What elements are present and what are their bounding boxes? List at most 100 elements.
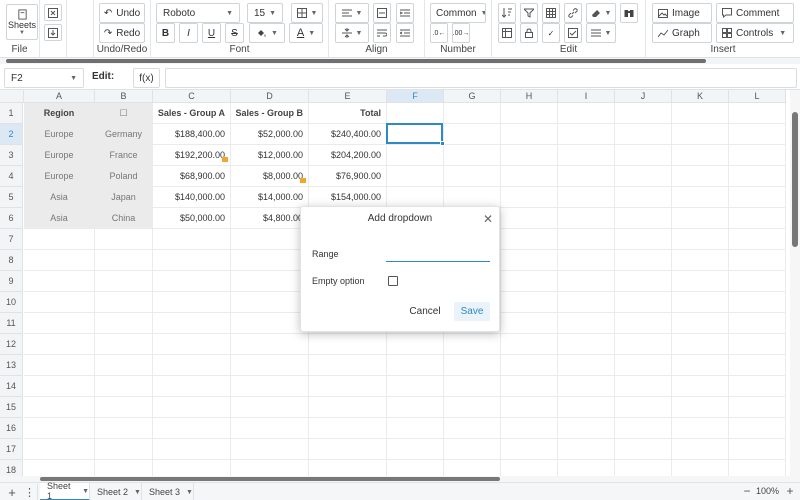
header-cell-total[interactable]: Total — [309, 103, 387, 124]
table-cell[interactable] — [501, 439, 558, 460]
table-cell[interactable] — [231, 355, 309, 376]
table-cell[interactable] — [729, 187, 786, 208]
table-cell[interactable] — [501, 166, 558, 187]
sales-a-cell[interactable]: $50,000.00 — [153, 208, 231, 229]
table-cell[interactable] — [672, 145, 729, 166]
table-cell[interactable] — [729, 460, 786, 476]
header-cell-sales-a[interactable]: Sales - Group A — [153, 103, 231, 124]
table-cell[interactable] — [558, 355, 615, 376]
number-format-select[interactable]: Common ▼ — [430, 3, 486, 23]
table-cell[interactable] — [672, 355, 729, 376]
zoom-in-button[interactable]: + — [783, 485, 797, 499]
toolbar-scrollbar-thumb[interactable] — [6, 59, 706, 63]
search-button[interactable] — [620, 3, 638, 23]
table-cell[interactable] — [729, 355, 786, 376]
table-cell[interactable] — [153, 418, 231, 439]
table-cell[interactable] — [95, 229, 153, 250]
table-cell[interactable] — [501, 313, 558, 334]
table-cell[interactable] — [153, 250, 231, 271]
decrease-decimal-button[interactable]: .0← — [430, 23, 448, 43]
table-cell[interactable] — [501, 292, 558, 313]
outdent-button[interactable] — [396, 23, 414, 43]
text-color-button[interactable]: A ▼ — [289, 23, 323, 43]
borders-button[interactable]: ▼ — [291, 3, 323, 23]
region-cell[interactable]: Europe — [24, 166, 95, 187]
table-cell[interactable] — [615, 208, 672, 229]
table-cell[interactable] — [387, 334, 444, 355]
table-cell[interactable] — [558, 334, 615, 355]
table-cell[interactable] — [729, 271, 786, 292]
table-cell[interactable] — [153, 397, 231, 418]
table-cell[interactable] — [24, 271, 95, 292]
table-cell[interactable] — [95, 355, 153, 376]
table-cell[interactable] — [501, 355, 558, 376]
row-header-3[interactable]: 3 — [0, 145, 23, 166]
table-cell[interactable] — [501, 208, 558, 229]
select-all-corner[interactable] — [0, 90, 24, 103]
row-header-9[interactable]: 9 — [0, 271, 23, 292]
table-cell[interactable] — [24, 292, 95, 313]
header-cell-region[interactable]: Region — [24, 103, 95, 124]
table-cell[interactable] — [672, 439, 729, 460]
table-cell[interactable] — [309, 439, 387, 460]
validation-button[interactable] — [564, 23, 582, 43]
table-cell[interactable] — [24, 313, 95, 334]
table-cell[interactable] — [501, 229, 558, 250]
column-header-i[interactable]: I — [558, 90, 615, 103]
row-header-10[interactable]: 10 — [0, 292, 23, 313]
table-cell[interactable] — [501, 103, 558, 124]
table-cell[interactable] — [387, 166, 444, 187]
table-cell[interactable] — [729, 145, 786, 166]
table-cell[interactable] — [615, 418, 672, 439]
table-cell[interactable] — [729, 208, 786, 229]
function-button[interactable]: f(x) — [133, 68, 160, 88]
table-cell[interactable] — [95, 418, 153, 439]
table-cell[interactable] — [672, 229, 729, 250]
save-button[interactable]: Save — [454, 302, 490, 321]
table-cell[interactable] — [558, 229, 615, 250]
merge-cells-button[interactable] — [373, 3, 391, 23]
table-cell[interactable] — [444, 187, 501, 208]
table-cell[interactable] — [153, 355, 231, 376]
table-cell[interactable] — [231, 313, 309, 334]
table-cell[interactable] — [729, 166, 786, 187]
column-header-f[interactable]: F — [387, 90, 444, 103]
table-cell[interactable] — [387, 439, 444, 460]
horizontal-align-button[interactable]: ▼ — [335, 3, 369, 23]
table-cell[interactable] — [558, 439, 615, 460]
sales-b-cell[interactable]: $14,000.00 — [231, 187, 309, 208]
table-cell[interactable] — [387, 355, 444, 376]
country-cell[interactable]: Poland — [95, 166, 153, 187]
table-cell[interactable] — [615, 103, 672, 124]
controls-button[interactable]: Controls ▼ — [716, 23, 794, 43]
row-header-8[interactable]: 8 — [0, 250, 23, 271]
table-cell[interactable] — [615, 166, 672, 187]
table-cell[interactable] — [729, 418, 786, 439]
table-cell[interactable] — [153, 292, 231, 313]
toolbar-scrollbar[interactable] — [0, 58, 800, 64]
table-cell[interactable] — [615, 460, 672, 476]
table-cell[interactable] — [95, 439, 153, 460]
table-cell[interactable] — [615, 292, 672, 313]
redo-button[interactable]: ↷ Redo — [99, 23, 145, 43]
table-cell[interactable] — [729, 397, 786, 418]
table-cell[interactable] — [615, 397, 672, 418]
table-cell[interactable] — [95, 334, 153, 355]
sales-b-cell[interactable]: $4,800.00 — [231, 208, 309, 229]
table-cell[interactable] — [444, 418, 501, 439]
table-cell[interactable] — [387, 376, 444, 397]
sheets-button[interactable]: Sheets ▼ — [6, 4, 38, 40]
indent-button[interactable] — [396, 3, 414, 23]
table-cell[interactable] — [309, 418, 387, 439]
table-cell[interactable] — [231, 439, 309, 460]
region-cell[interactable]: Asia — [24, 208, 95, 229]
table-cell[interactable] — [231, 397, 309, 418]
region-cell[interactable]: Europe — [24, 124, 95, 145]
table-cell[interactable] — [231, 229, 309, 250]
table-cell[interactable] — [444, 355, 501, 376]
table-cell[interactable] — [387, 418, 444, 439]
table-cell[interactable] — [24, 418, 95, 439]
region-cell[interactable]: Asia — [24, 187, 95, 208]
link-button[interactable] — [564, 3, 582, 23]
table-cell[interactable] — [615, 439, 672, 460]
